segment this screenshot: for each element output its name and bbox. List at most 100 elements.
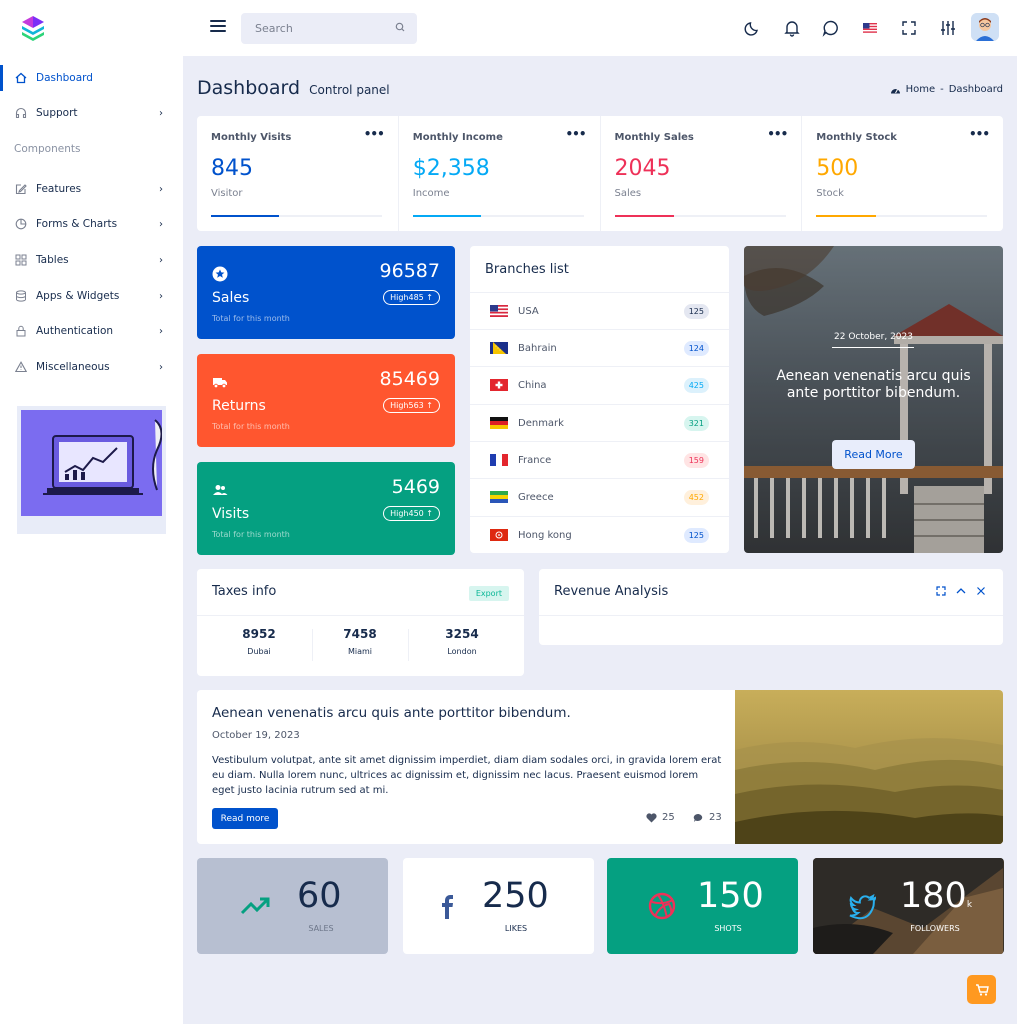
page-subtitle: Control panel [309, 83, 390, 97]
comment-icon [693, 813, 703, 822]
branch-row[interactable]: Greece 452 [470, 478, 729, 515]
sidebar-item-miscellaneous[interactable]: Miscellaneous › [0, 352, 183, 382]
branch-count-badge: 124 [683, 340, 709, 356]
branch-row[interactable]: Bahrain 124 [470, 329, 729, 366]
sidebar-item-features[interactable]: Features › [0, 174, 183, 204]
branch-row[interactable]: China 425 [470, 366, 729, 403]
top-header [183, 0, 1017, 56]
floating-action-button[interactable] [967, 975, 996, 1004]
expand-icon[interactable] [935, 585, 947, 597]
tax-value: 3254 [445, 627, 479, 641]
sidebar-item-tables[interactable]: Tables › [0, 245, 183, 275]
post-title[interactable]: Aenean venenatis arcu quis ante porttito… [212, 705, 571, 721]
user-avatar[interactable] [971, 13, 999, 41]
tax-label: Dubai [247, 647, 271, 656]
read-more-button[interactable]: Read More [832, 440, 915, 469]
page-title-text: Dashboard [197, 77, 301, 99]
stat-monthly-visits: Monthly Visits ••• 845 Visitor [197, 116, 399, 231]
sidebar-item-label: Support [36, 107, 78, 119]
tax-label: Miami [347, 647, 373, 656]
export-button[interactable]: Export [468, 586, 509, 601]
branch-name: Bahrain [518, 342, 557, 354]
sidebar-item-forms-charts[interactable]: Forms & Charts › [0, 209, 183, 239]
facebook-icon[interactable] [435, 891, 465, 921]
close-icon[interactable] [975, 585, 987, 597]
stats-card: Monthly Visits ••• 845 Visitor Monthly I… [197, 116, 1003, 231]
hero-text: Aenean venenatis arcu quis ante porttito… [776, 368, 971, 401]
search-box[interactable] [241, 13, 417, 44]
sidebar-item-apps-widgets[interactable]: Apps & Widgets › [0, 281, 183, 311]
sliders-icon[interactable] [939, 19, 957, 37]
sales-card: 96587 Sales Total for this month High485… [197, 246, 455, 339]
branch-name: USA [518, 305, 539, 317]
card-subtitle: Total for this month [212, 530, 290, 539]
branch-row[interactable]: Denmark 321 [470, 404, 729, 441]
stat-monthly-sales: Monthly Sales ••• 2045 Sales [601, 116, 803, 231]
high-badge[interactable]: High485 ↑ [383, 290, 440, 305]
bell-icon[interactable] [783, 19, 801, 37]
sidebar-item-authentication[interactable]: Authentication › [0, 316, 183, 346]
tax-item: 3254 London [413, 627, 511, 656]
returns-card: 85469 Returns Total for this month High5… [197, 354, 455, 447]
stat-value: 845 [211, 156, 253, 181]
chevron-right-icon: › [159, 183, 163, 195]
chat-icon[interactable] [822, 19, 840, 37]
branch-name: China [518, 379, 547, 391]
branch-name: Greece [518, 491, 554, 503]
usa-flag-icon [490, 305, 508, 317]
cart-icon [975, 983, 989, 996]
more-menu-icon[interactable]: ••• [767, 127, 788, 141]
branch-row[interactable]: Hong kong 125 [470, 516, 729, 553]
sidebar-item-dashboard[interactable]: Dashboard [0, 63, 183, 93]
post-date: October 19, 2023 [212, 730, 300, 741]
comments-count[interactable]: 23 [693, 812, 722, 823]
likes-count[interactable]: 25 [646, 812, 675, 823]
us-flag-icon[interactable] [861, 19, 879, 37]
stat-label: Monthly Sales [614, 132, 694, 143]
misty-hills-photo [735, 690, 1003, 844]
fullscreen-icon[interactable] [900, 19, 918, 37]
more-menu-icon[interactable]: ••• [969, 127, 990, 141]
laptop-illustration [21, 410, 162, 516]
stat-progress [614, 215, 786, 217]
search-input[interactable] [241, 13, 381, 44]
tile-label: SALES [308, 924, 334, 933]
tax-label: London [447, 647, 477, 656]
branch-row[interactable]: France 159 [470, 441, 729, 478]
breadcrumb: Home - Dashboard [890, 84, 1003, 95]
badge-text: High563 [390, 401, 424, 410]
branch-count-badge: 321 [683, 415, 709, 431]
card-title: Revenue Analysis [554, 584, 669, 599]
branch-name: Hong kong [518, 529, 572, 541]
high-badge[interactable]: High450 ↑ [383, 506, 440, 521]
twitter-icon[interactable] [848, 891, 878, 921]
users-icon [213, 485, 228, 495]
grid-icon [15, 254, 27, 266]
taxes-info-card: Taxes info Export 8952 Dubai 7458 Miami 32… [197, 569, 524, 676]
sidebar-item-support[interactable]: Support › [0, 98, 183, 128]
tile-label: SHOTS [714, 924, 742, 933]
branch-row[interactable]: USA 125 [470, 292, 729, 329]
tax-value: 8952 [242, 627, 276, 641]
chevron-up-icon[interactable] [955, 585, 967, 597]
breadcrumb-home-link[interactable]: Home [906, 84, 936, 95]
more-menu-icon[interactable]: ••• [565, 127, 586, 141]
card-value: 5469 [391, 476, 440, 498]
branch-count-badge: 452 [683, 489, 709, 505]
truck-icon [213, 378, 227, 389]
high-badge[interactable]: High563 ↑ [383, 398, 440, 413]
moon-icon[interactable] [744, 19, 762, 37]
app-logo-icon[interactable] [20, 14, 46, 42]
menu-toggle-icon[interactable] [210, 20, 226, 34]
stat-progress [412, 215, 584, 217]
tile-value: 60 [297, 876, 342, 916]
stat-label: Monthly Visits [211, 132, 292, 143]
read-more-button[interactable]: Read more [212, 808, 278, 829]
search-icon[interactable] [395, 22, 405, 32]
card-title: Taxes info [212, 584, 277, 599]
sidebar-item-label: Miscellaneous [36, 361, 110, 373]
card-subtitle: Total for this month [212, 422, 290, 431]
sales-tile: 60 SALES [197, 858, 388, 954]
dribbble-icon[interactable] [647, 891, 677, 921]
more-menu-icon[interactable]: ••• [364, 127, 385, 141]
